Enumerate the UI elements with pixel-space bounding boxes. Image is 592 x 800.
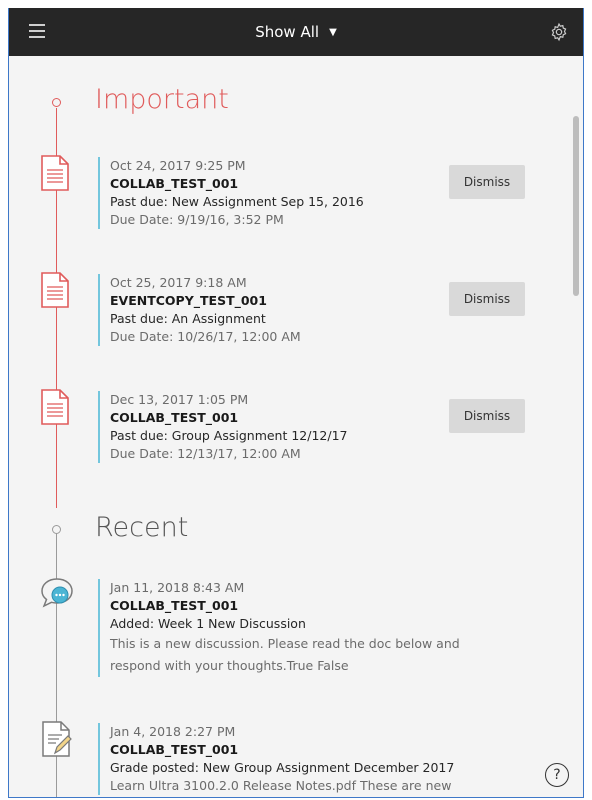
- item-title[interactable]: Added: Week 1 New Discussion: [110, 615, 538, 633]
- scrollbar[interactable]: [573, 116, 579, 296]
- dismiss-button[interactable]: Dismiss: [449, 282, 525, 316]
- important-timeline-dot: [52, 98, 61, 107]
- item-detail: Due Date: 10/26/17, 12:00 AM: [110, 329, 301, 344]
- item-date: Jan 4, 2018 2:27 PM: [110, 724, 236, 739]
- item-title[interactable]: Grade posted: New Group Assignment Decem…: [110, 759, 538, 777]
- item-detail: Learn Ultra 3100.2.0 Release Notes.pdf T…: [110, 778, 452, 793]
- show-all-filter-dropdown[interactable]: Show All ▼: [9, 8, 583, 56]
- document-pencil-icon: [42, 721, 72, 757]
- top-bar: Show All ▼: [9, 8, 583, 56]
- document-icon: [41, 155, 69, 191]
- item-course[interactable]: COLLAB_TEST_001: [110, 741, 538, 759]
- document-icon: [41, 272, 69, 308]
- gear-icon[interactable]: [549, 22, 569, 42]
- section-title-recent: Recent: [95, 512, 189, 543]
- help-icon[interactable]: ?: [545, 763, 569, 787]
- item-detail: Due Date: 9/19/16, 3:52 PM: [110, 212, 284, 227]
- dismiss-button[interactable]: Dismiss: [449, 165, 525, 199]
- chevron-down-icon: ▼: [329, 26, 337, 38]
- item-detail: This is a new discussion. Please read th…: [110, 636, 460, 673]
- chat-bubble-icon: [41, 578, 73, 608]
- item-detail: Due Date: 12/13/17, 12:00 AM: [110, 446, 301, 461]
- section-title-important: Important: [95, 84, 229, 115]
- filter-label: Show All: [255, 23, 320, 41]
- recent-timeline-line: [56, 533, 57, 797]
- dismiss-button[interactable]: Dismiss: [449, 399, 525, 433]
- item-course[interactable]: COLLAB_TEST_001: [110, 597, 538, 615]
- stream-item[interactable]: Jan 4, 2018 2:27 PM COLLAB_TEST_001 Grad…: [98, 723, 538, 795]
- recent-timeline-dot: [52, 525, 61, 534]
- activity-stream[interactable]: Important Oct 24, 2017 9:25 PM COLLAB_TE…: [9, 56, 583, 797]
- document-icon: [41, 389, 69, 425]
- item-date: Jan 11, 2018 8:43 AM: [110, 580, 245, 595]
- activity-stream-window: Show All ▼ Important Oct 24, 2017 9:25 P…: [8, 8, 584, 798]
- stream-item[interactable]: Jan 11, 2018 8:43 AM COLLAB_TEST_001 Add…: [98, 579, 538, 677]
